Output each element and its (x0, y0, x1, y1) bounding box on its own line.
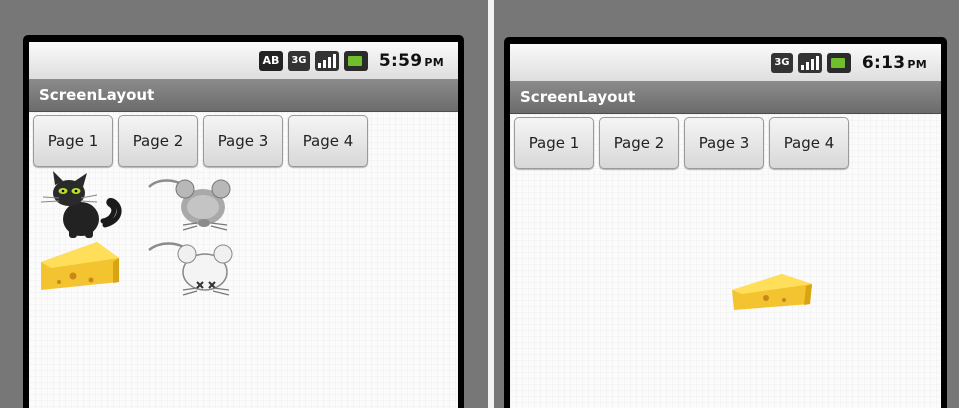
app-content-area: Page 1 Page 2 Page 3 Page 4 (29, 112, 458, 408)
network-3g-icon: 3G (770, 52, 793, 73)
ab-notification-icon: AB (258, 50, 283, 71)
battery-icon (826, 52, 851, 73)
app-title-bar: ScreenLayout (29, 79, 458, 112)
clock-ampm: PM (907, 57, 927, 71)
cat-icon[interactable] (35, 171, 127, 239)
network-3g-icon: 3G (287, 50, 310, 71)
right-phone-screen: 3G 6:13 PM ScreenLayout Page 1 Page 2 Pag… (504, 37, 947, 408)
app-title-bar: ScreenLayout (510, 81, 941, 114)
right-phone-frame: 3G 6:13 PM ScreenLayout Page 1 Page 2 Pag… (494, 0, 959, 408)
status-clock: 6:13 PM (862, 53, 927, 73)
cheese-icon[interactable] (35, 240, 123, 296)
status-clock: 5:59 PM (379, 51, 444, 71)
page-2-button[interactable]: Page 2 (118, 115, 198, 167)
clock-time: 6:13 (861, 52, 906, 73)
left-phone-screen: AB 3G 5:59 PM ScreenLayout Page 1 Page 2 … (23, 35, 464, 408)
battery-icon (343, 50, 368, 71)
page-2-button[interactable]: Page 2 (599, 117, 679, 169)
signal-strength-icon (314, 50, 339, 71)
signal-strength-icon (797, 52, 822, 73)
page-1-button[interactable]: Page 1 (33, 115, 113, 167)
clock-ampm: PM (424, 55, 444, 69)
app-content-area: Page 1 Page 2 Page 3 Page 4 (510, 114, 941, 408)
page-3-button[interactable]: Page 3 (203, 115, 283, 167)
cheese-icon[interactable] (728, 272, 816, 312)
page-4-button[interactable]: Page 4 (288, 115, 368, 167)
page-button-row: Page 1 Page 2 Page 3 Page 4 (514, 117, 849, 169)
mouse-icon[interactable] (147, 173, 237, 237)
page-button-row: Page 1 Page 2 Page 3 Page 4 (33, 115, 368, 167)
page-3-button[interactable]: Page 3 (684, 117, 764, 169)
clock-time: 5:59 (378, 50, 423, 71)
status-bar: 3G 6:13 PM (510, 44, 941, 81)
status-bar: AB 3G 5:59 PM (29, 42, 458, 79)
left-phone-frame: AB 3G 5:59 PM ScreenLayout Page 1 Page 2 … (0, 0, 488, 408)
page-4-button[interactable]: Page 4 (769, 117, 849, 169)
page-1-button[interactable]: Page 1 (514, 117, 594, 169)
dead-mouse-icon[interactable] (147, 236, 239, 302)
